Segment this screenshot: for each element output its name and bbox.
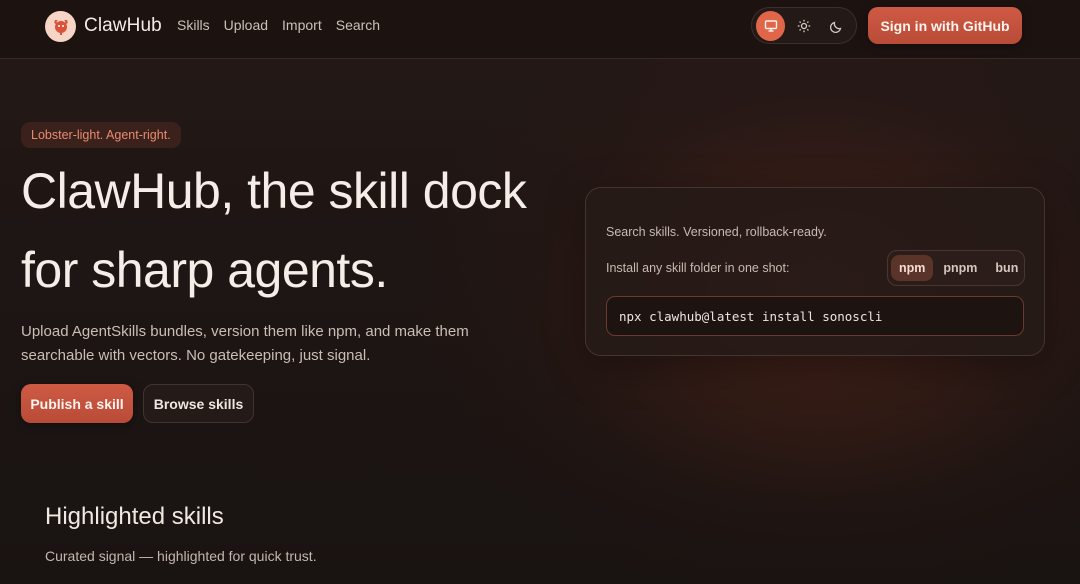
hero-title-line-1: ClawHub, the skill dock <box>21 163 527 219</box>
highlighted-skills-title: Highlighted skills <box>45 503 224 530</box>
theme-toggle <box>751 7 857 44</box>
theme-system-button[interactable] <box>756 10 786 41</box>
moon-icon <box>830 21 842 33</box>
package-manager-tabs: npm pnpm bun <box>887 250 1025 286</box>
tab-npm[interactable]: npm <box>891 255 934 281</box>
install-command-box[interactable]: npx clawhub@latest install sonoscli <box>606 296 1024 336</box>
nav-search[interactable]: Search <box>336 17 380 33</box>
brand-name: ClawHub <box>84 15 162 36</box>
top-header: ClawHub Skills Upload Import Search Sign… <box>0 0 1080 59</box>
hero-title-line-2: for sharp agents. <box>21 242 388 298</box>
publish-skill-button[interactable]: Publish a skill <box>21 384 133 423</box>
tab-pnpm[interactable]: pnpm <box>935 255 985 281</box>
monitor-icon <box>764 19 777 32</box>
brand-home-link[interactable]: ClawHub <box>45 10 162 42</box>
tab-bun[interactable]: bun <box>987 255 1026 281</box>
tagline-badge: Lobster-light. Agent-right. <box>21 122 181 148</box>
sun-icon <box>797 19 811 32</box>
hero-description: Upload AgentSkills bundles, version them… <box>21 323 469 364</box>
theme-light-button[interactable] <box>789 11 818 41</box>
nav-upload[interactable]: Upload <box>224 17 268 33</box>
install-card-instruction: Install any skill folder in one shot: <box>606 261 790 275</box>
nav-import[interactable]: Import <box>282 17 322 33</box>
theme-dark-button[interactable] <box>823 11 852 41</box>
browse-skills-button[interactable]: Browse skills <box>143 384 254 423</box>
install-card-headline: Search skills. Versioned, rollback-ready… <box>606 225 827 239</box>
lobster-logo-icon <box>45 10 76 42</box>
signin-github-button[interactable]: Sign in with GitHub <box>868 7 1022 44</box>
hero-title: ClawHub, the skill dock for sharp agents… <box>21 152 581 310</box>
nav-skills[interactable]: Skills <box>177 17 210 33</box>
install-card: Search skills. Versioned, rollback-ready… <box>585 187 1045 356</box>
highlighted-skills-subtitle: Curated signal — highlighted for quick t… <box>45 548 317 564</box>
main-nav: Skills Upload Import Search <box>177 17 380 33</box>
